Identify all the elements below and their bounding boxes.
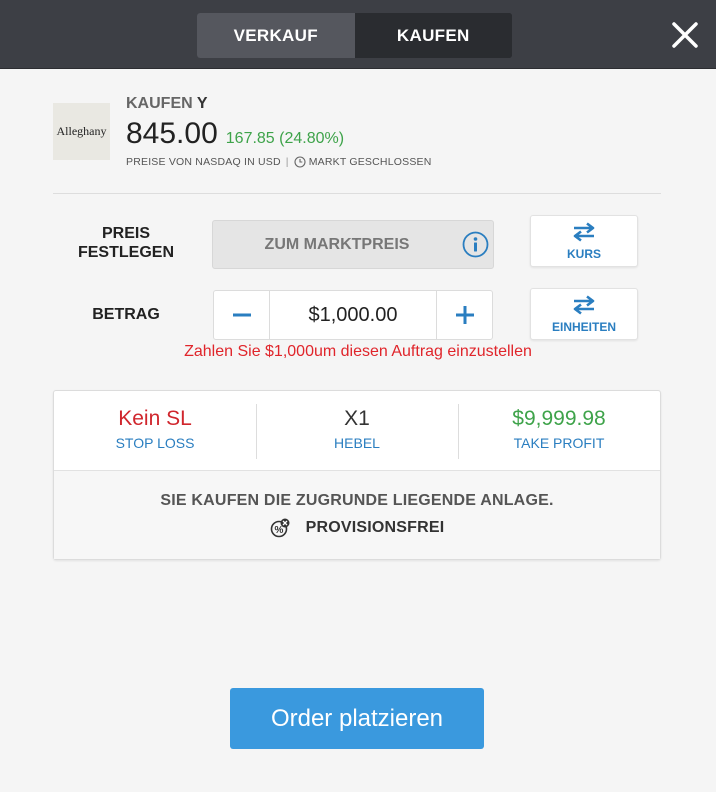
amount-stepper bbox=[213, 290, 493, 340]
price-source: PREISE VON NASDAQ IN USD bbox=[126, 156, 281, 168]
svg-text:%: % bbox=[274, 525, 283, 536]
close-icon[interactable] bbox=[668, 18, 702, 52]
increase-amount-button[interactable] bbox=[436, 291, 492, 339]
units-toggle-label: EINHEITEN bbox=[551, 320, 616, 334]
place-order-button[interactable]: Order platzieren bbox=[230, 688, 484, 749]
leverage-setting[interactable]: X1 HEBEL bbox=[256, 391, 458, 470]
info-icon[interactable] bbox=[462, 231, 489, 258]
trade-settings-card: Kein SL STOP LOSS X1 HEBEL $9,999.98 TAK… bbox=[53, 390, 661, 560]
stop-loss-label: STOP LOSS bbox=[115, 435, 195, 451]
stop-loss-value: Kein SL bbox=[118, 407, 192, 430]
tab-buy[interactable]: KAUFEN bbox=[354, 13, 512, 58]
order-action: KAUFEN Y bbox=[126, 95, 208, 113]
price-label-line1: PREIS bbox=[101, 225, 150, 242]
clock-icon bbox=[294, 156, 306, 168]
plus-icon bbox=[455, 306, 474, 324]
trade-direction-toggle: VERKAUF KAUFEN bbox=[197, 13, 512, 58]
instrument-logo: Alleghany bbox=[53, 103, 110, 160]
instrument-header: Alleghany KAUFEN Y 845.00 167.85 (24.80%… bbox=[53, 93, 663, 193]
leverage-label: HEBEL bbox=[334, 435, 380, 451]
minus-icon bbox=[232, 313, 251, 317]
trade-metrics: Kein SL STOP LOSS X1 HEBEL $9,999.98 TAK… bbox=[54, 391, 660, 470]
amount-error-message: Zahlen Sie $1,000um diesen Auftrag einzu… bbox=[0, 343, 716, 361]
price-source-line: PREISE VON NASDAQ IN USD | MARKT GESCHLO… bbox=[126, 156, 432, 168]
top-bar: VERKAUF KAUFEN bbox=[0, 0, 716, 69]
separator: | bbox=[285, 156, 289, 168]
rate-toggle-button[interactable]: KURS bbox=[530, 215, 638, 267]
price-set-label: PREIS FESTLEGEN bbox=[66, 224, 186, 262]
market-price-text: ZUM MARKTPREIS bbox=[264, 235, 410, 253]
take-profit-setting[interactable]: $9,999.98 TAKE PROFIT bbox=[458, 391, 660, 470]
instrument-symbol: Y bbox=[196, 95, 208, 112]
units-toggle-button[interactable]: EINHEITEN bbox=[530, 288, 638, 340]
take-profit-value: $9,999.98 bbox=[512, 407, 606, 430]
decrease-amount-button[interactable] bbox=[214, 291, 270, 339]
market-status: MARKT GESCHLOSSEN bbox=[308, 156, 432, 168]
stop-loss-setting[interactable]: Kein SL STOP LOSS bbox=[54, 391, 256, 470]
amount-input[interactable] bbox=[270, 291, 436, 339]
commission-free-row: % PROVISIONSFREI bbox=[54, 518, 660, 538]
price-line: 845.00 167.85 (24.80%) bbox=[126, 117, 344, 151]
swap-icon bbox=[573, 295, 595, 315]
swap-icon bbox=[573, 222, 595, 242]
action-label: KAUFEN bbox=[126, 95, 193, 112]
leverage-value: X1 bbox=[344, 407, 370, 430]
header-divider bbox=[53, 193, 661, 194]
rate-toggle-label: KURS bbox=[566, 247, 601, 261]
commission-free-icon: % bbox=[270, 518, 290, 538]
tab-sell[interactable]: VERKAUF bbox=[197, 13, 355, 58]
take-profit-label: TAKE PROFIT bbox=[513, 435, 605, 451]
current-price: 845.00 bbox=[126, 117, 218, 150]
commission-free-label: PROVISIONSFREI bbox=[305, 519, 445, 536]
trade-info: SIE KAUFEN DIE ZUGRUNDE LIEGENDE ANLAGE.… bbox=[54, 470, 660, 559]
market-price-field[interactable]: ZUM MARKTPREIS bbox=[212, 220, 494, 269]
underlying-asset-notice: SIE KAUFEN DIE ZUGRUNDE LIEGENDE ANLAGE. bbox=[160, 492, 554, 509]
price-label-line2: FESTLEGEN bbox=[77, 244, 174, 261]
price-change: 167.85 (24.80%) bbox=[225, 130, 345, 147]
error-text: Zahlen Sie $1,000um diesen Auftrag einzu… bbox=[184, 343, 532, 360]
amount-label: BETRAG bbox=[92, 306, 160, 323]
